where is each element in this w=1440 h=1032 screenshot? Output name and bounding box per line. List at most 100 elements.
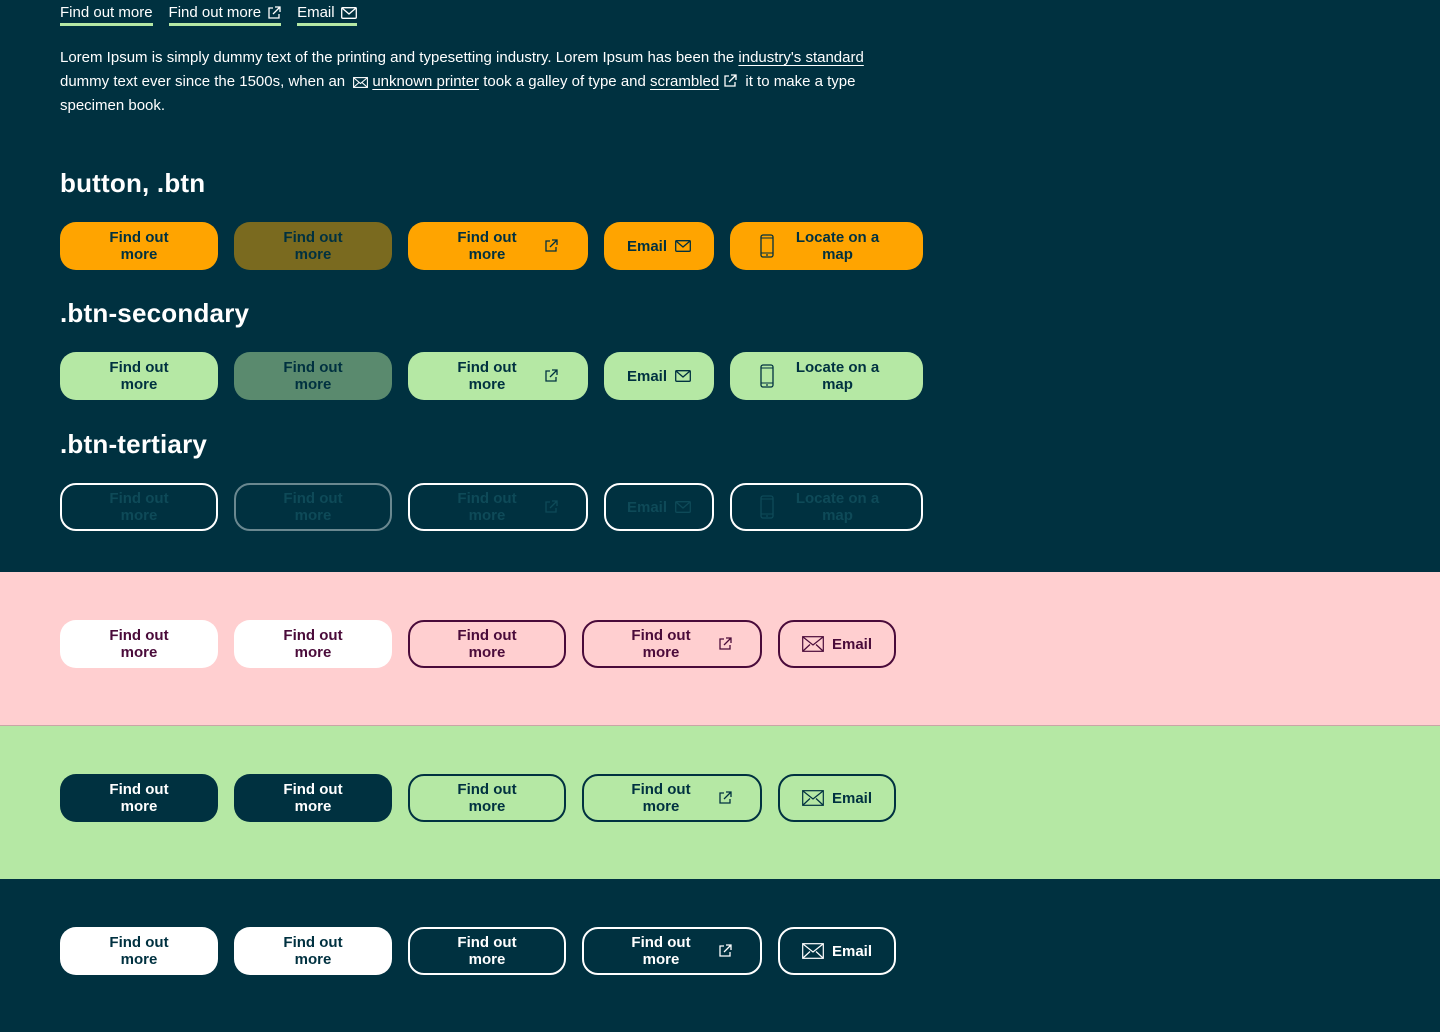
external-link-icon xyxy=(723,74,737,88)
button-label: Email xyxy=(626,237,668,255)
body-paragraph: Lorem Ipsum is simply dummy text of the … xyxy=(60,46,890,118)
mail-icon xyxy=(353,77,369,88)
scrambled-link[interactable]: scrambled xyxy=(650,73,719,90)
link-label: Find out more xyxy=(60,4,153,21)
locate-on-map-button[interactable]: Locate on a map xyxy=(730,352,923,400)
find-out-more-button[interactable]: Find out more xyxy=(234,927,392,975)
mail-icon xyxy=(340,6,357,19)
button-label: Locate on a map xyxy=(795,490,880,524)
external-link-icon xyxy=(718,944,732,958)
find-out-more-link[interactable]: Find out more xyxy=(60,4,153,26)
email-button[interactable]: Email xyxy=(604,483,714,531)
find-out-more-button[interactable]: Find out more xyxy=(60,352,218,400)
button-label: Find out more xyxy=(283,781,343,815)
button-label: Email xyxy=(831,789,873,807)
email-button[interactable]: Email xyxy=(604,352,714,400)
button-label: Find out more xyxy=(457,934,517,968)
para-text: Lorem Ipsum is simply dummy text of the … xyxy=(60,49,739,66)
button-label: Email xyxy=(831,942,873,960)
locate-on-map-button[interactable]: Locate on a map xyxy=(730,483,923,531)
para-text: dummy text ever since the 1500s, when an xyxy=(60,73,350,90)
primary-heading: button, .btn xyxy=(60,168,206,198)
navy-button-row: Find out more Find out more Find out mor… xyxy=(60,927,896,975)
find-out-more-outline-button[interactable]: Find out more xyxy=(408,927,566,975)
find-out-more-button[interactable]: Find out more xyxy=(234,774,392,822)
button-label: Find out more xyxy=(457,490,517,524)
button-label: Find out more xyxy=(631,781,691,815)
find-out-more-button[interactable]: Find out more xyxy=(234,620,392,668)
find-out-more-outline-button[interactable]: Find out more xyxy=(408,620,566,668)
find-out-more-external-button[interactable]: Find out more xyxy=(582,620,762,668)
external-link-icon xyxy=(544,369,558,383)
primary-button-row: Find out more Find out more Find out mor… xyxy=(60,222,923,270)
mobile-phone-icon xyxy=(760,495,774,519)
button-label: Find out more xyxy=(109,934,169,968)
green-button-row: Find out more Find out more Find out mor… xyxy=(60,774,896,822)
button-label: Find out more xyxy=(283,490,343,524)
find-out-more-external-button[interactable]: Find out more xyxy=(408,222,588,270)
external-link-icon xyxy=(544,239,558,253)
email-button[interactable]: Email xyxy=(604,222,714,270)
mail-icon xyxy=(675,370,691,382)
find-out-more-button[interactable]: Find out more xyxy=(60,774,218,822)
find-out-more-disabled-button[interactable]: Find out more xyxy=(234,352,392,400)
button-label: Find out more xyxy=(109,359,169,393)
button-label: Find out more xyxy=(109,490,169,524)
button-label: Find out more xyxy=(631,627,691,661)
button-label: Find out more xyxy=(457,781,517,815)
button-label: Find out more xyxy=(457,359,517,393)
button-label: Email xyxy=(831,635,873,653)
unknown-printer-link[interactable]: unknown printer xyxy=(372,73,479,90)
locate-on-map-button[interactable]: Locate on a map xyxy=(730,222,923,270)
secondary-button-row: Find out more Find out more Find out mor… xyxy=(60,352,923,400)
button-label: Find out more xyxy=(109,229,169,263)
email-button[interactable]: Email xyxy=(778,774,896,822)
find-out-more-external-button[interactable]: Find out more xyxy=(408,483,588,531)
find-out-more-outline-button[interactable]: Find out more xyxy=(408,774,566,822)
top-links: Find out more Find out more Email xyxy=(60,4,357,26)
button-label: Find out more xyxy=(283,934,343,968)
find-out-more-external-button[interactable]: Find out more xyxy=(408,352,588,400)
button-label: Find out more xyxy=(283,359,343,393)
button-label: Find out more xyxy=(283,229,343,263)
pink-section: Find out more Find out more Find out mor… xyxy=(0,572,1440,726)
find-out-more-external-link[interactable]: Find out more xyxy=(168,4,282,26)
button-label: Locate on a map xyxy=(795,229,880,263)
find-out-more-button[interactable]: Find out more xyxy=(60,222,218,270)
external-link-icon xyxy=(718,791,732,805)
secondary-heading: .btn-secondary xyxy=(60,298,250,328)
external-link-icon xyxy=(718,637,732,651)
mail-icon xyxy=(802,790,824,806)
find-out-more-button[interactable]: Find out more xyxy=(60,927,218,975)
button-label: Find out more xyxy=(109,627,169,661)
navy-section: Find out more Find out more Find out mor… xyxy=(0,879,1440,1032)
find-out-more-button[interactable]: Find out more xyxy=(60,620,218,668)
find-out-more-external-button[interactable]: Find out more xyxy=(582,774,762,822)
green-section: Find out more Find out more Find out mor… xyxy=(0,726,1440,879)
tertiary-button-row: Find out more Find out more Find out mor… xyxy=(60,483,923,531)
link-label: Email xyxy=(297,4,335,21)
external-link-icon xyxy=(267,5,281,20)
button-label: Find out more xyxy=(283,627,343,661)
button-label: Locate on a map xyxy=(795,359,880,393)
para-text: took a galley of type and xyxy=(479,73,651,90)
email-button[interactable]: Email xyxy=(778,620,896,668)
find-out-more-external-button[interactable]: Find out more xyxy=(582,927,762,975)
button-label: Find out more xyxy=(457,229,517,263)
button-label: Find out more xyxy=(109,781,169,815)
find-out-more-button[interactable]: Find out more xyxy=(60,483,218,531)
mobile-phone-icon xyxy=(760,364,774,388)
industry-standard-link[interactable]: industry's standard xyxy=(738,49,863,66)
email-link[interactable]: Email xyxy=(297,4,357,26)
button-label: Find out more xyxy=(457,627,517,661)
mobile-phone-icon xyxy=(760,234,774,258)
email-button[interactable]: Email xyxy=(778,927,896,975)
external-link-icon xyxy=(544,500,558,514)
link-label: Find out more xyxy=(168,4,262,21)
button-label: Email xyxy=(626,498,668,516)
find-out-more-disabled-button[interactable]: Find out more xyxy=(234,222,392,270)
button-label: Email xyxy=(626,367,668,385)
find-out-more-disabled-button[interactable]: Find out more xyxy=(234,483,392,531)
tertiary-heading: .btn-tertiary xyxy=(60,429,208,459)
mail-icon xyxy=(802,636,824,652)
